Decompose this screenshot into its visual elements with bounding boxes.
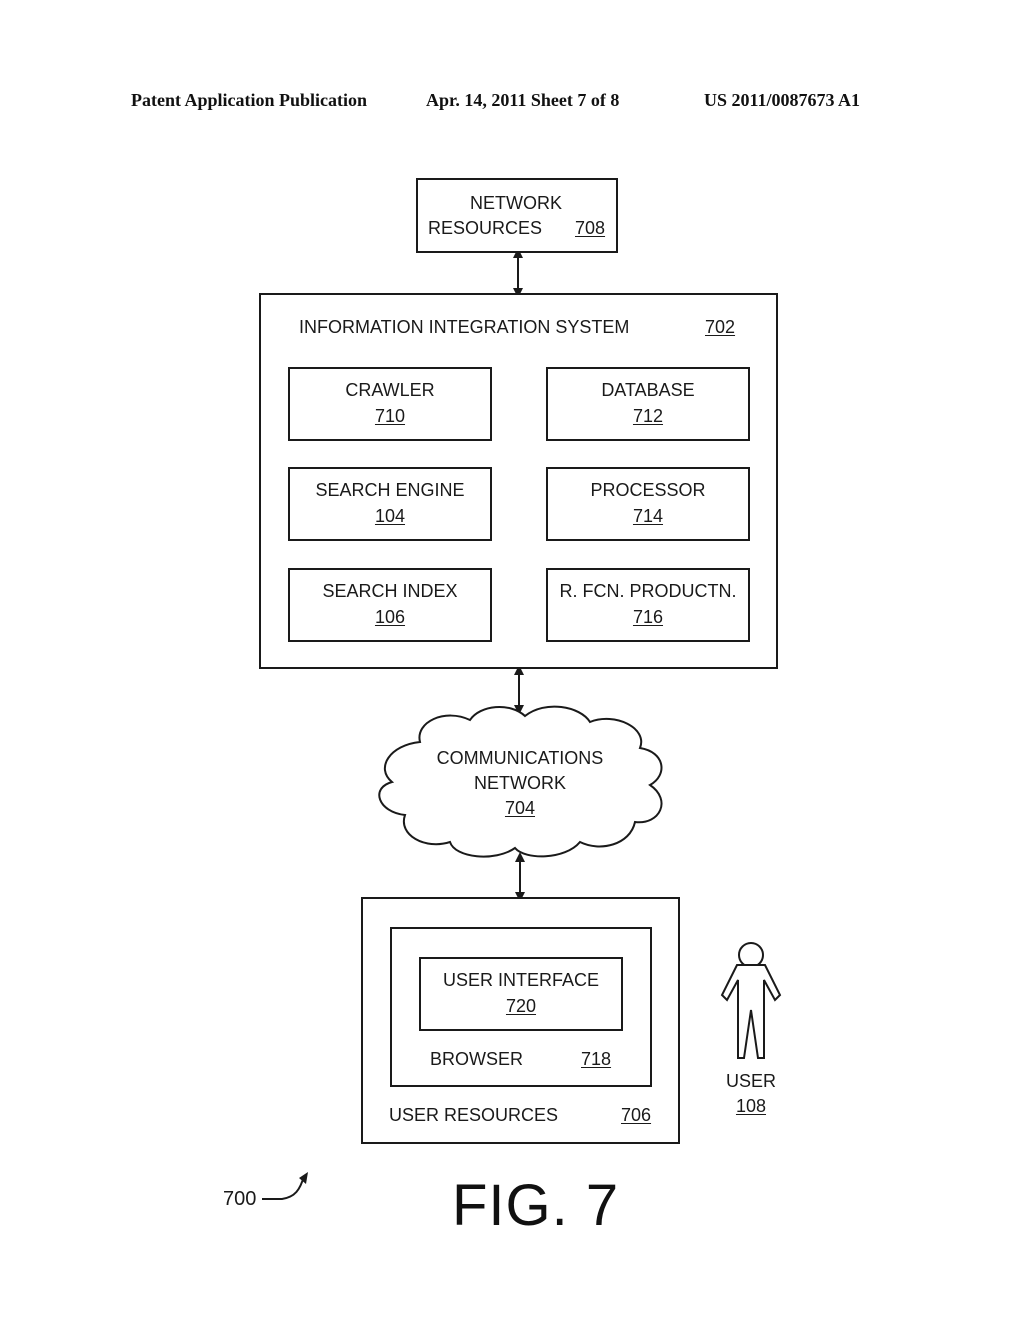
- search-engine-label: SEARCH ENGINE: [315, 480, 465, 500]
- browser-label: BROWSER: [430, 1049, 524, 1069]
- user-icon: [720, 942, 782, 1059]
- user-resources-ref: 706: [621, 1105, 652, 1125]
- network-resources-label-1: NETWORK: [470, 193, 562, 213]
- processor-ref: 714: [632, 506, 664, 526]
- user-ref: 108: [735, 1096, 767, 1116]
- database-label: DATABASE: [601, 380, 695, 400]
- browser-box: USER INTERFACE 720 BROWSER 718: [390, 927, 652, 1087]
- network-resources-box: NETWORK RESOURCES 708: [416, 178, 618, 253]
- search-index-box: SEARCH INDEX 106: [288, 568, 492, 642]
- database-ref: 712: [632, 406, 664, 426]
- processor-box: PROCESSOR 714: [546, 467, 750, 541]
- search-engine-box: SEARCH ENGINE 104: [288, 467, 492, 541]
- network-label-1: COMMUNICATIONS: [436, 748, 604, 768]
- crawler-label: CRAWLER: [345, 380, 435, 400]
- rfcn-production-box: R. FCN. PRODUCTN. 716: [546, 568, 750, 642]
- database-box: DATABASE 712: [546, 367, 750, 441]
- integration-system-box: INFORMATION INTEGRATION SYSTEM 702 CRAWL…: [259, 293, 778, 669]
- network-resources-ref: 708: [575, 218, 606, 238]
- integration-system-ref: 702: [705, 317, 736, 337]
- processor-label: PROCESSOR: [590, 480, 706, 500]
- user-interface-ref: 720: [505, 996, 537, 1016]
- user-ref-wrap: 108: [711, 1096, 791, 1117]
- search-index-label: SEARCH INDEX: [322, 581, 458, 601]
- rfcn-production-ref: 716: [632, 607, 664, 627]
- crawler-box: CRAWLER 710: [288, 367, 492, 441]
- figure-leader-arrowhead: [299, 1172, 308, 1184]
- user-resources-box: USER INTERFACE 720 BROWSER 718 USER RESO…: [361, 897, 680, 1144]
- crawler-ref: 710: [374, 406, 406, 426]
- figure-ref: 700: [223, 1188, 257, 1210]
- browser-ref: 718: [581, 1049, 612, 1069]
- network-ref: 704: [380, 798, 660, 819]
- figure-caption: FIG. 7: [452, 1173, 620, 1238]
- network-ref-number: 704: [504, 798, 536, 818]
- integration-system-title: INFORMATION INTEGRATION SYSTEM: [299, 317, 630, 337]
- network-resources-label-2: RESOURCES: [428, 218, 543, 238]
- user-interface-label: USER INTERFACE: [442, 970, 600, 990]
- search-index-ref: 106: [374, 607, 406, 627]
- user-interface-box: USER INTERFACE 720: [419, 957, 623, 1031]
- user-label: USER: [725, 1071, 776, 1091]
- user-resources-label: USER RESOURCES: [389, 1105, 559, 1125]
- network-label-2: NETWORK: [474, 773, 566, 793]
- search-engine-ref: 104: [374, 506, 406, 526]
- figure-leader-arrow: [262, 1175, 305, 1200]
- rfcn-production-label: R. FCN. PRODUCTN.: [559, 581, 737, 601]
